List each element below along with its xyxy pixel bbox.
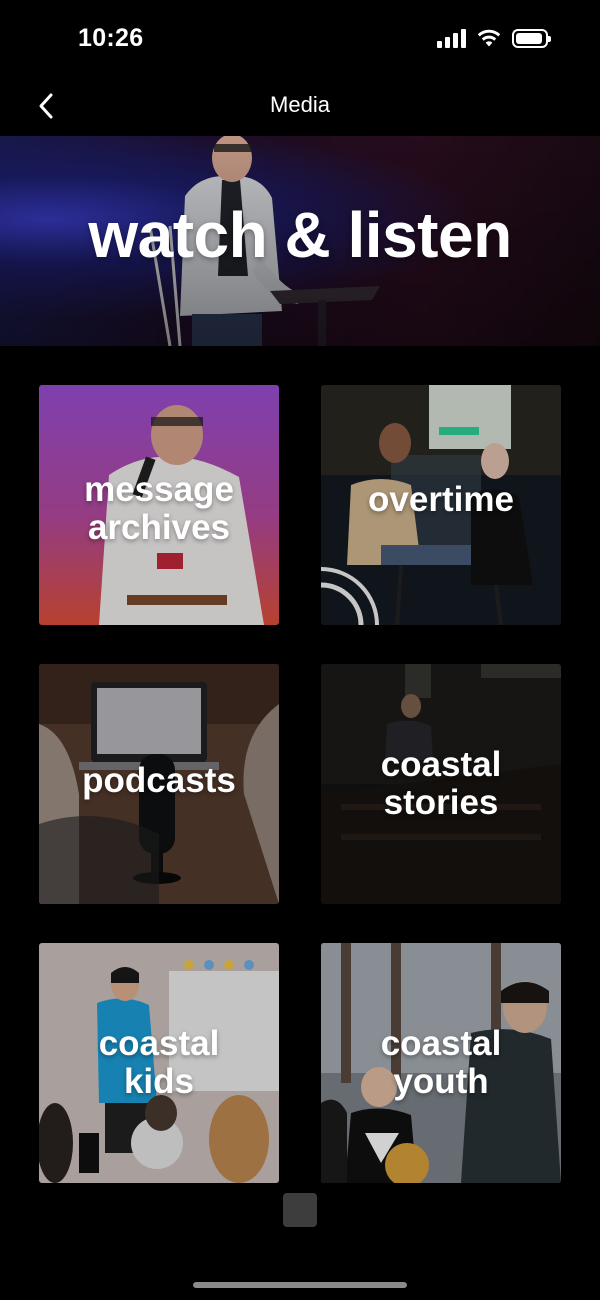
status-bar: 10:26: [0, 0, 600, 80]
tile-overtime[interactable]: overtime: [321, 385, 561, 625]
battery-icon: [512, 28, 551, 48]
nav-bar: Media: [0, 80, 600, 134]
tile-label: podcasts: [82, 761, 236, 800]
tile-label: message archives: [84, 470, 234, 547]
page-title: Media: [270, 92, 330, 117]
media-screen: 10:26 Media watch & listen message archi…: [0, 0, 600, 1300]
mini-player-thumbnail[interactable]: [283, 1193, 317, 1227]
tile-coastal-youth[interactable]: coastal youth: [321, 943, 561, 1183]
status-time: 10:26: [78, 24, 144, 52]
tile-label: coastal youth: [380, 1024, 502, 1101]
hero-title: watch & listen: [88, 199, 512, 271]
status-icons: [437, 28, 551, 48]
tile-coastal-kids[interactable]: coastal kids: [39, 943, 279, 1183]
tile-label: coastal kids: [98, 1024, 220, 1101]
tile-coastal-stories[interactable]: coastal stories: [321, 664, 561, 904]
tile-label: overtime: [368, 480, 514, 519]
tile-message-archives[interactable]: message archives: [39, 385, 279, 625]
signal-icon: [437, 28, 466, 48]
tile-label: coastal stories: [380, 745, 502, 822]
wifi-icon: [477, 29, 501, 47]
home-indicator[interactable]: [193, 1282, 407, 1288]
hero-banner: watch & listen: [0, 136, 600, 346]
tile-podcasts[interactable]: podcasts: [39, 664, 279, 904]
